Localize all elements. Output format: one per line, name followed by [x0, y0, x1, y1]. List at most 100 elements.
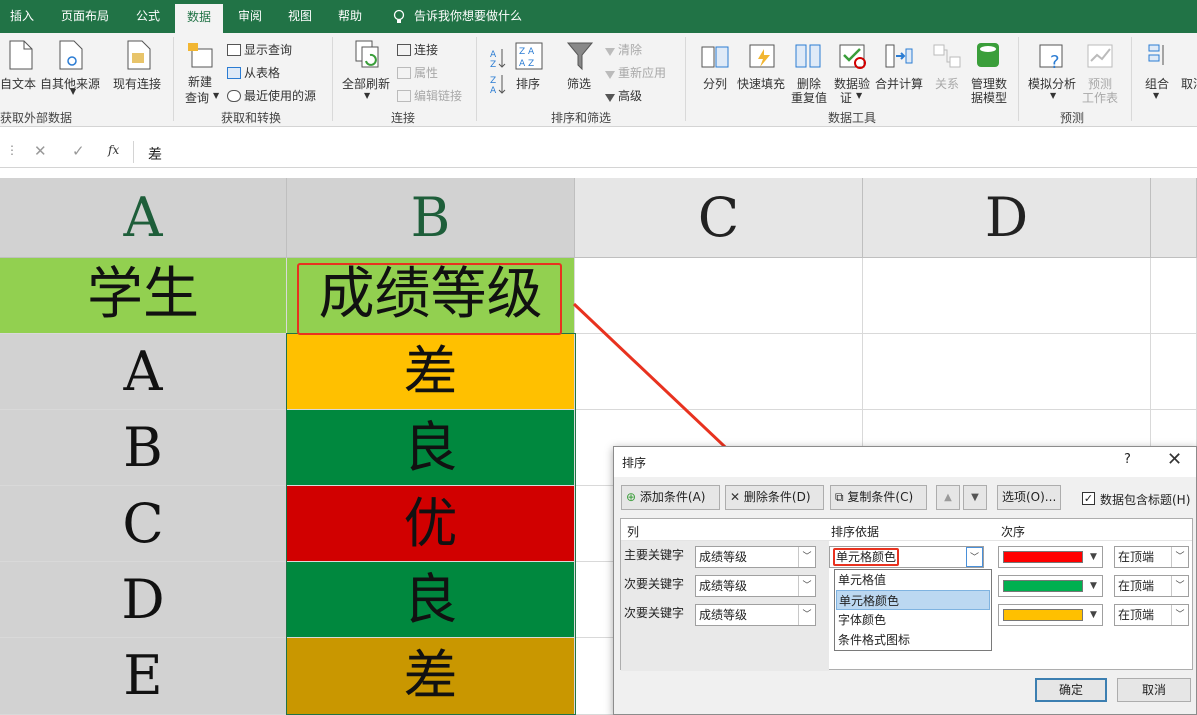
dialog-title: 排序	[622, 456, 647, 470]
what-if-analysis-button[interactable]: 模拟分析	[1028, 75, 1076, 92]
group-divider	[332, 37, 333, 121]
empty-cell[interactable]	[1151, 334, 1197, 410]
cell-student[interactable]: A	[0, 334, 287, 410]
options-button[interactable]: 选项(O)...	[997, 485, 1061, 510]
text-to-columns-button[interactable]: 分列	[703, 75, 727, 92]
order-select[interactable]: 在顶端 ﹀	[1114, 575, 1189, 597]
cell-d1[interactable]	[863, 258, 1151, 334]
tab-data[interactable]: 数据	[175, 4, 223, 33]
tab-review[interactable]: 审阅	[228, 0, 272, 33]
chevron-down-icon: ﹀	[798, 605, 815, 625]
svg-text:Z A: Z A	[519, 47, 535, 57]
tell-me-search[interactable]: 告诉我你想要做什么	[414, 0, 554, 33]
column-header-e[interactable]	[1151, 178, 1197, 258]
cell-grade[interactable]: 差	[287, 334, 575, 410]
cell-student[interactable]: D	[0, 562, 287, 638]
sort-button[interactable]: 排序	[516, 75, 540, 92]
cell-grade[interactable]: 优	[287, 486, 575, 562]
column-header-d[interactable]: D	[863, 178, 1151, 258]
order-select[interactable]: 在顶端 ﹀	[1114, 604, 1189, 626]
cell-grade[interactable]: 良	[287, 562, 575, 638]
empty-cell[interactable]	[863, 334, 1151, 410]
column-select[interactable]: 成绩等级 ﹀	[695, 604, 816, 626]
existing-connections-button[interactable]: 现有连接	[113, 75, 161, 92]
option-cell-color[interactable]: 单元格颜色	[836, 590, 990, 610]
order-select-value: 在顶端	[1118, 579, 1155, 593]
show-queries-button[interactable]: 显示查询	[227, 41, 292, 58]
chevron-down-icon: ﹀	[798, 547, 815, 567]
cell-grade[interactable]: 差	[287, 638, 575, 715]
refresh-all-button[interactable]: 全部刷新	[342, 75, 390, 92]
lightbulb-icon	[393, 9, 405, 23]
column-header-b[interactable]: B	[287, 178, 575, 258]
filter-button[interactable]: 筛选	[567, 75, 591, 92]
cancel-button[interactable]: 取消	[1117, 678, 1191, 702]
clear-filter-button[interactable]: 清除	[605, 41, 642, 58]
has-headers-checkbox[interactable]: ✓	[1082, 492, 1095, 505]
color-select[interactable]: ▼	[998, 546, 1103, 568]
color-select[interactable]: ▼	[998, 604, 1103, 626]
relationships-button[interactable]: 关系	[935, 75, 959, 92]
add-icon: ⊕	[626, 490, 637, 504]
option-font-color[interactable]: 字体颜色	[836, 610, 990, 630]
tab-view[interactable]: 视图	[278, 0, 322, 33]
text-file-icon	[9, 40, 33, 70]
text-to-columns-icon	[701, 46, 729, 68]
move-up-button[interactable]: ▲	[936, 485, 960, 510]
reapply-button[interactable]: 重新应用	[605, 64, 666, 81]
option-cell-values[interactable]: 单元格值	[836, 570, 990, 590]
chevron-down-icon: ▼	[1050, 91, 1057, 100]
cell-student[interactable]: B	[0, 410, 287, 486]
close-icon[interactable]: ✕	[1167, 449, 1182, 470]
new-query-button[interactable]: 新建	[188, 73, 212, 90]
move-down-button[interactable]: ▼	[963, 485, 987, 510]
connections-button[interactable]: 连接	[397, 41, 438, 58]
tab-help[interactable]: 帮助	[328, 0, 372, 33]
link-icon	[397, 44, 411, 56]
advanced-filter-button[interactable]: 高级	[605, 87, 642, 104]
edit-links-button[interactable]: 编辑链接	[397, 87, 462, 104]
consolidate-button[interactable]: 合并计算	[875, 75, 923, 92]
column-select[interactable]: 成绩等级 ﹀	[695, 546, 816, 568]
cell-student[interactable]: C	[0, 486, 287, 562]
copy-level-button[interactable]: ⧉ 复制条件(C)	[830, 485, 927, 510]
ok-button[interactable]: 确定	[1035, 678, 1107, 702]
tab-page-layout[interactable]: 页面布局	[52, 0, 118, 33]
column-select[interactable]: 成绩等级 ﹀	[695, 575, 816, 597]
insert-function-icon[interactable]: fx	[108, 143, 119, 157]
color-select[interactable]: ▼	[998, 575, 1103, 597]
cancel-icon[interactable]: ✕	[34, 142, 47, 160]
column-header-a[interactable]: A	[0, 178, 287, 258]
formula-input[interactable]: 差	[148, 144, 162, 164]
other-sources-icon	[59, 40, 83, 70]
tab-insert[interactable]: 插入	[0, 0, 44, 33]
group-icon	[1148, 44, 1164, 65]
option-conditional-icon[interactable]: 条件格式图标	[836, 630, 990, 650]
cell-a1[interactable]: 学生	[0, 258, 287, 334]
flash-fill-button[interactable]: 快速填充	[737, 75, 785, 92]
from-text-button[interactable]: 自文本	[0, 75, 36, 92]
cell-e1[interactable]	[1151, 258, 1197, 334]
group-divider	[685, 37, 686, 121]
group-button[interactable]: 组合	[1145, 75, 1169, 92]
formula-bar-handle[interactable]: ⋮	[6, 143, 18, 157]
help-button[interactable]: ?	[1124, 452, 1131, 467]
order-select[interactable]: 在顶端 ﹀	[1114, 546, 1189, 568]
properties-button[interactable]: 属性	[397, 64, 438, 81]
tab-formulas[interactable]: 公式	[126, 0, 170, 33]
enter-icon[interactable]: ✓	[72, 142, 85, 160]
group-label-transform: 获取和转换	[221, 111, 282, 125]
column-select-value: 成绩等级	[699, 579, 748, 593]
column-header-c[interactable]: C	[575, 178, 863, 258]
add-level-button[interactable]: ⊕ 添加条件(A)	[621, 485, 720, 510]
delete-level-button[interactable]: ✕ 删除条件(D)	[725, 485, 824, 510]
properties-icon	[397, 67, 411, 79]
sort-on-select[interactable]: 单元格颜色 ﹀	[829, 546, 984, 568]
cell-student[interactable]: E	[0, 638, 287, 715]
sort-icon: Z A A Z	[515, 42, 543, 70]
remove-duplicates-label: 重复值	[791, 91, 828, 105]
ungroup-button[interactable]: 取消	[1181, 75, 1197, 92]
cell-grade[interactable]: 良	[287, 410, 575, 486]
from-table-button[interactable]: 从表格	[227, 64, 280, 81]
recent-sources-button[interactable]: 最近使用的源	[227, 87, 316, 104]
